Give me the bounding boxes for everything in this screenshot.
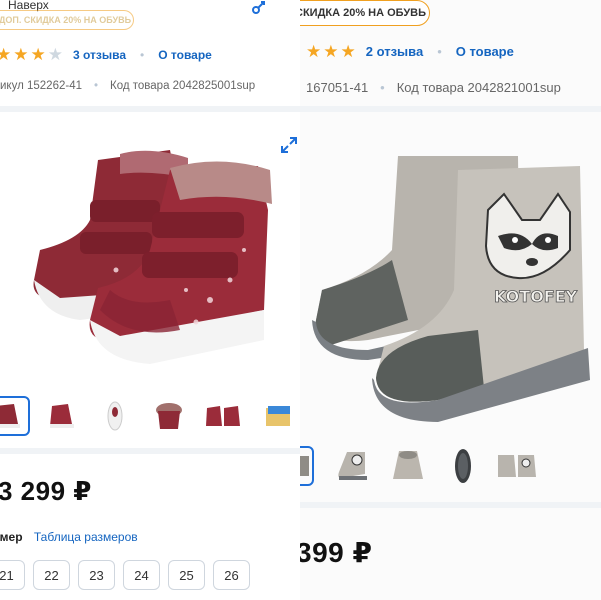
- promo-badge[interactable]: ДОП. СКИДКА 20% НА ОБУВЬ: [0, 10, 134, 30]
- sizes-label: змер: [0, 530, 23, 544]
- thumbnail-6[interactable]: [254, 396, 300, 436]
- star-icon: ★: [0, 45, 12, 64]
- size-option[interactable]: 24: [123, 560, 160, 590]
- product-price: 399 ₽: [300, 537, 373, 568]
- size-table-link[interactable]: Таблица размеров: [34, 530, 138, 544]
- star-icon: ★: [323, 42, 339, 61]
- separator-dot: •: [93, 80, 99, 92]
- thumbnail-3[interactable]: [92, 396, 138, 436]
- separator-dot: •: [140, 47, 145, 62]
- star-icon: ★: [13, 45, 29, 64]
- separator-dot: •: [380, 80, 385, 95]
- product-photo[interactable]: KOTOFEY: [308, 150, 598, 430]
- product-codes: икул 152262-41 • Код товара 2042825001su…: [0, 80, 255, 92]
- about-product-link[interactable]: О товаре: [158, 48, 212, 62]
- size-option[interactable]: 21: [0, 560, 25, 590]
- thumbnail-1[interactable]: [0, 396, 30, 436]
- boot-print-text: KOTOFEY: [494, 287, 578, 306]
- right-product-panel: СКИДКА 20% НА ОБУВЬ ★ ★ ★ 2 отзыва • О т…: [300, 0, 601, 600]
- size-selector: 21 22 23 24 25 26: [0, 560, 258, 590]
- star-icon: ★: [340, 42, 356, 61]
- sizes-header: змер Таблица размеров: [0, 530, 138, 544]
- section-divider: [300, 502, 601, 508]
- thumbnail-2[interactable]: [332, 446, 378, 486]
- article-number: 167051-41: [306, 80, 369, 95]
- product-codes: 167051-41 • Код товара 2042821001sup: [306, 80, 561, 95]
- thumbnail-2[interactable]: [38, 396, 84, 436]
- star-empty-icon: ★: [47, 45, 63, 64]
- promo-badge[interactable]: СКИДКА 20% НА ОБУВЬ: [300, 0, 430, 26]
- product-code: Код товара 2042821001sup: [396, 80, 561, 95]
- fullscreen-icon[interactable]: [280, 136, 298, 154]
- size-option[interactable]: 25: [168, 560, 205, 590]
- thumbnail-5[interactable]: [200, 396, 246, 436]
- thumbnail-3[interactable]: [386, 446, 432, 486]
- thumbnail-4[interactable]: [146, 396, 192, 436]
- star-icon: ★: [306, 42, 322, 61]
- thumbnail-4[interactable]: [440, 446, 486, 486]
- rating-stars: ★ ★ ★ ★: [0, 46, 65, 63]
- thumbnail-5[interactable]: [494, 446, 540, 486]
- rating-row: ★ ★ ★ 2 отзыва • О товаре: [306, 43, 514, 60]
- section-divider: [0, 448, 300, 454]
- rating-stars: ★ ★ ★: [306, 43, 358, 60]
- size-option[interactable]: 22: [33, 560, 70, 590]
- star-icon: ★: [30, 45, 46, 64]
- share-icon[interactable]: [250, 0, 268, 14]
- thumbnail-1[interactable]: [300, 446, 314, 486]
- section-divider: [300, 106, 601, 112]
- product-photo[interactable]: [20, 140, 280, 380]
- reviews-link[interactable]: 2 отзыва: [366, 44, 423, 59]
- size-option[interactable]: 23: [78, 560, 115, 590]
- size-option[interactable]: 26: [213, 560, 250, 590]
- thumbnail-strip: [300, 446, 548, 486]
- article-number: икул 152262-41: [0, 80, 82, 92]
- product-price: 3 299 ₽: [0, 476, 92, 506]
- product-code: Код товара 2042825001sup: [110, 80, 256, 92]
- rating-row: ★ ★ ★ ★ 3 отзыва • О товаре: [0, 46, 212, 63]
- left-product-panel: Наверх ДОП. СКИДКА 20% НА ОБУВЬ ★ ★ ★ ★ …: [0, 0, 300, 600]
- thumbnail-strip: [0, 396, 300, 436]
- separator-dot: •: [437, 44, 442, 59]
- about-product-link[interactable]: О товаре: [456, 44, 514, 59]
- section-divider: [0, 106, 300, 112]
- reviews-link[interactable]: 3 отзыва: [73, 48, 126, 62]
